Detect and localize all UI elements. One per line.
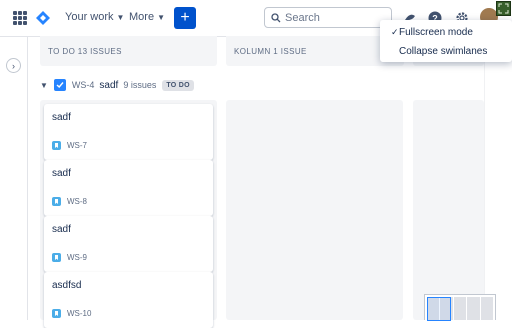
swimlane-header[interactable]: ▼ WS-4 sadf 9 issues TO DO	[40, 76, 194, 94]
menu-item-collapse-swimlanes[interactable]: Collapse swimlanes	[380, 42, 512, 60]
jira-logo-icon[interactable]	[35, 10, 51, 26]
minimap-viewport[interactable]	[427, 297, 451, 321]
chevron-down-icon: ▼	[116, 12, 125, 22]
minimap-column	[467, 297, 480, 320]
checkmark-icon: ✓	[391, 26, 399, 37]
swimlane-summary: sadf	[99, 79, 119, 91]
story-icon	[52, 309, 61, 318]
column-header-todo: TO DO 13 ISSUES	[40, 36, 217, 66]
board-minimap[interactable]	[424, 294, 496, 321]
card-key[interactable]: WS-8	[67, 197, 87, 206]
swimlane-issue-count: 9 issues	[123, 80, 157, 90]
board-options-menu: ✓ Fullscreen mode Collapse swimlanes	[380, 20, 512, 62]
more-label: More	[129, 11, 155, 23]
story-icon	[52, 197, 61, 206]
search-icon	[271, 12, 281, 22]
menu-item-label: Fullscreen mode	[399, 26, 473, 38]
column-header-label: KOLUMN 1 ISSUE	[234, 46, 307, 56]
status-badge: TO DO	[162, 79, 194, 91]
fullscreen-toggle-icon[interactable]	[496, 1, 511, 16]
search-input[interactable]	[285, 11, 375, 24]
column-header-kolumn: KOLUMN 1 ISSUE	[226, 36, 404, 66]
app-switcher-icon[interactable]	[13, 11, 27, 25]
expand-sidebar-button[interactable]: ›	[6, 58, 21, 73]
checkbox-icon	[53, 79, 66, 91]
story-icon	[52, 253, 61, 262]
card-key[interactable]: WS-9	[67, 253, 87, 262]
board-scroll-area[interactable]	[484, 37, 512, 320]
create-button[interactable]: +	[174, 7, 196, 29]
swimlane-key[interactable]: WS-4	[72, 80, 95, 90]
column-header-label: TO DO 13 ISSUES	[48, 46, 122, 56]
sidebar-rail	[0, 37, 28, 320]
minimap-column	[453, 297, 467, 320]
minimap-column	[480, 297, 494, 320]
story-icon	[52, 141, 61, 150]
card-key[interactable]: WS-10	[67, 309, 91, 318]
your-work-label: Your work	[65, 11, 114, 23]
issue-card[interactable]: sadf WS-7	[44, 104, 213, 160]
menu-item-label: Collapse swimlanes	[399, 45, 488, 57]
issue-card[interactable]: sadf WS-8	[44, 160, 213, 216]
card-key[interactable]: WS-7	[67, 141, 87, 150]
chevron-down-icon: ▼	[157, 12, 165, 22]
issue-card[interactable]: sadf WS-9	[44, 216, 213, 272]
chevron-down-icon[interactable]: ▼	[40, 81, 48, 90]
card-title: sadf	[52, 168, 71, 179]
search-box[interactable]	[264, 7, 392, 28]
menu-item-fullscreen[interactable]: ✓ Fullscreen mode	[380, 23, 512, 41]
card-title: sadf	[52, 112, 71, 123]
card-title: sadf	[52, 224, 71, 235]
more-menu[interactable]: More ▼	[129, 11, 165, 23]
card-title: asdfsd	[52, 280, 82, 291]
column-body-kolumn	[226, 100, 403, 320]
your-work-menu[interactable]: Your work ▼	[65, 11, 124, 23]
column-body-empty	[413, 100, 484, 320]
